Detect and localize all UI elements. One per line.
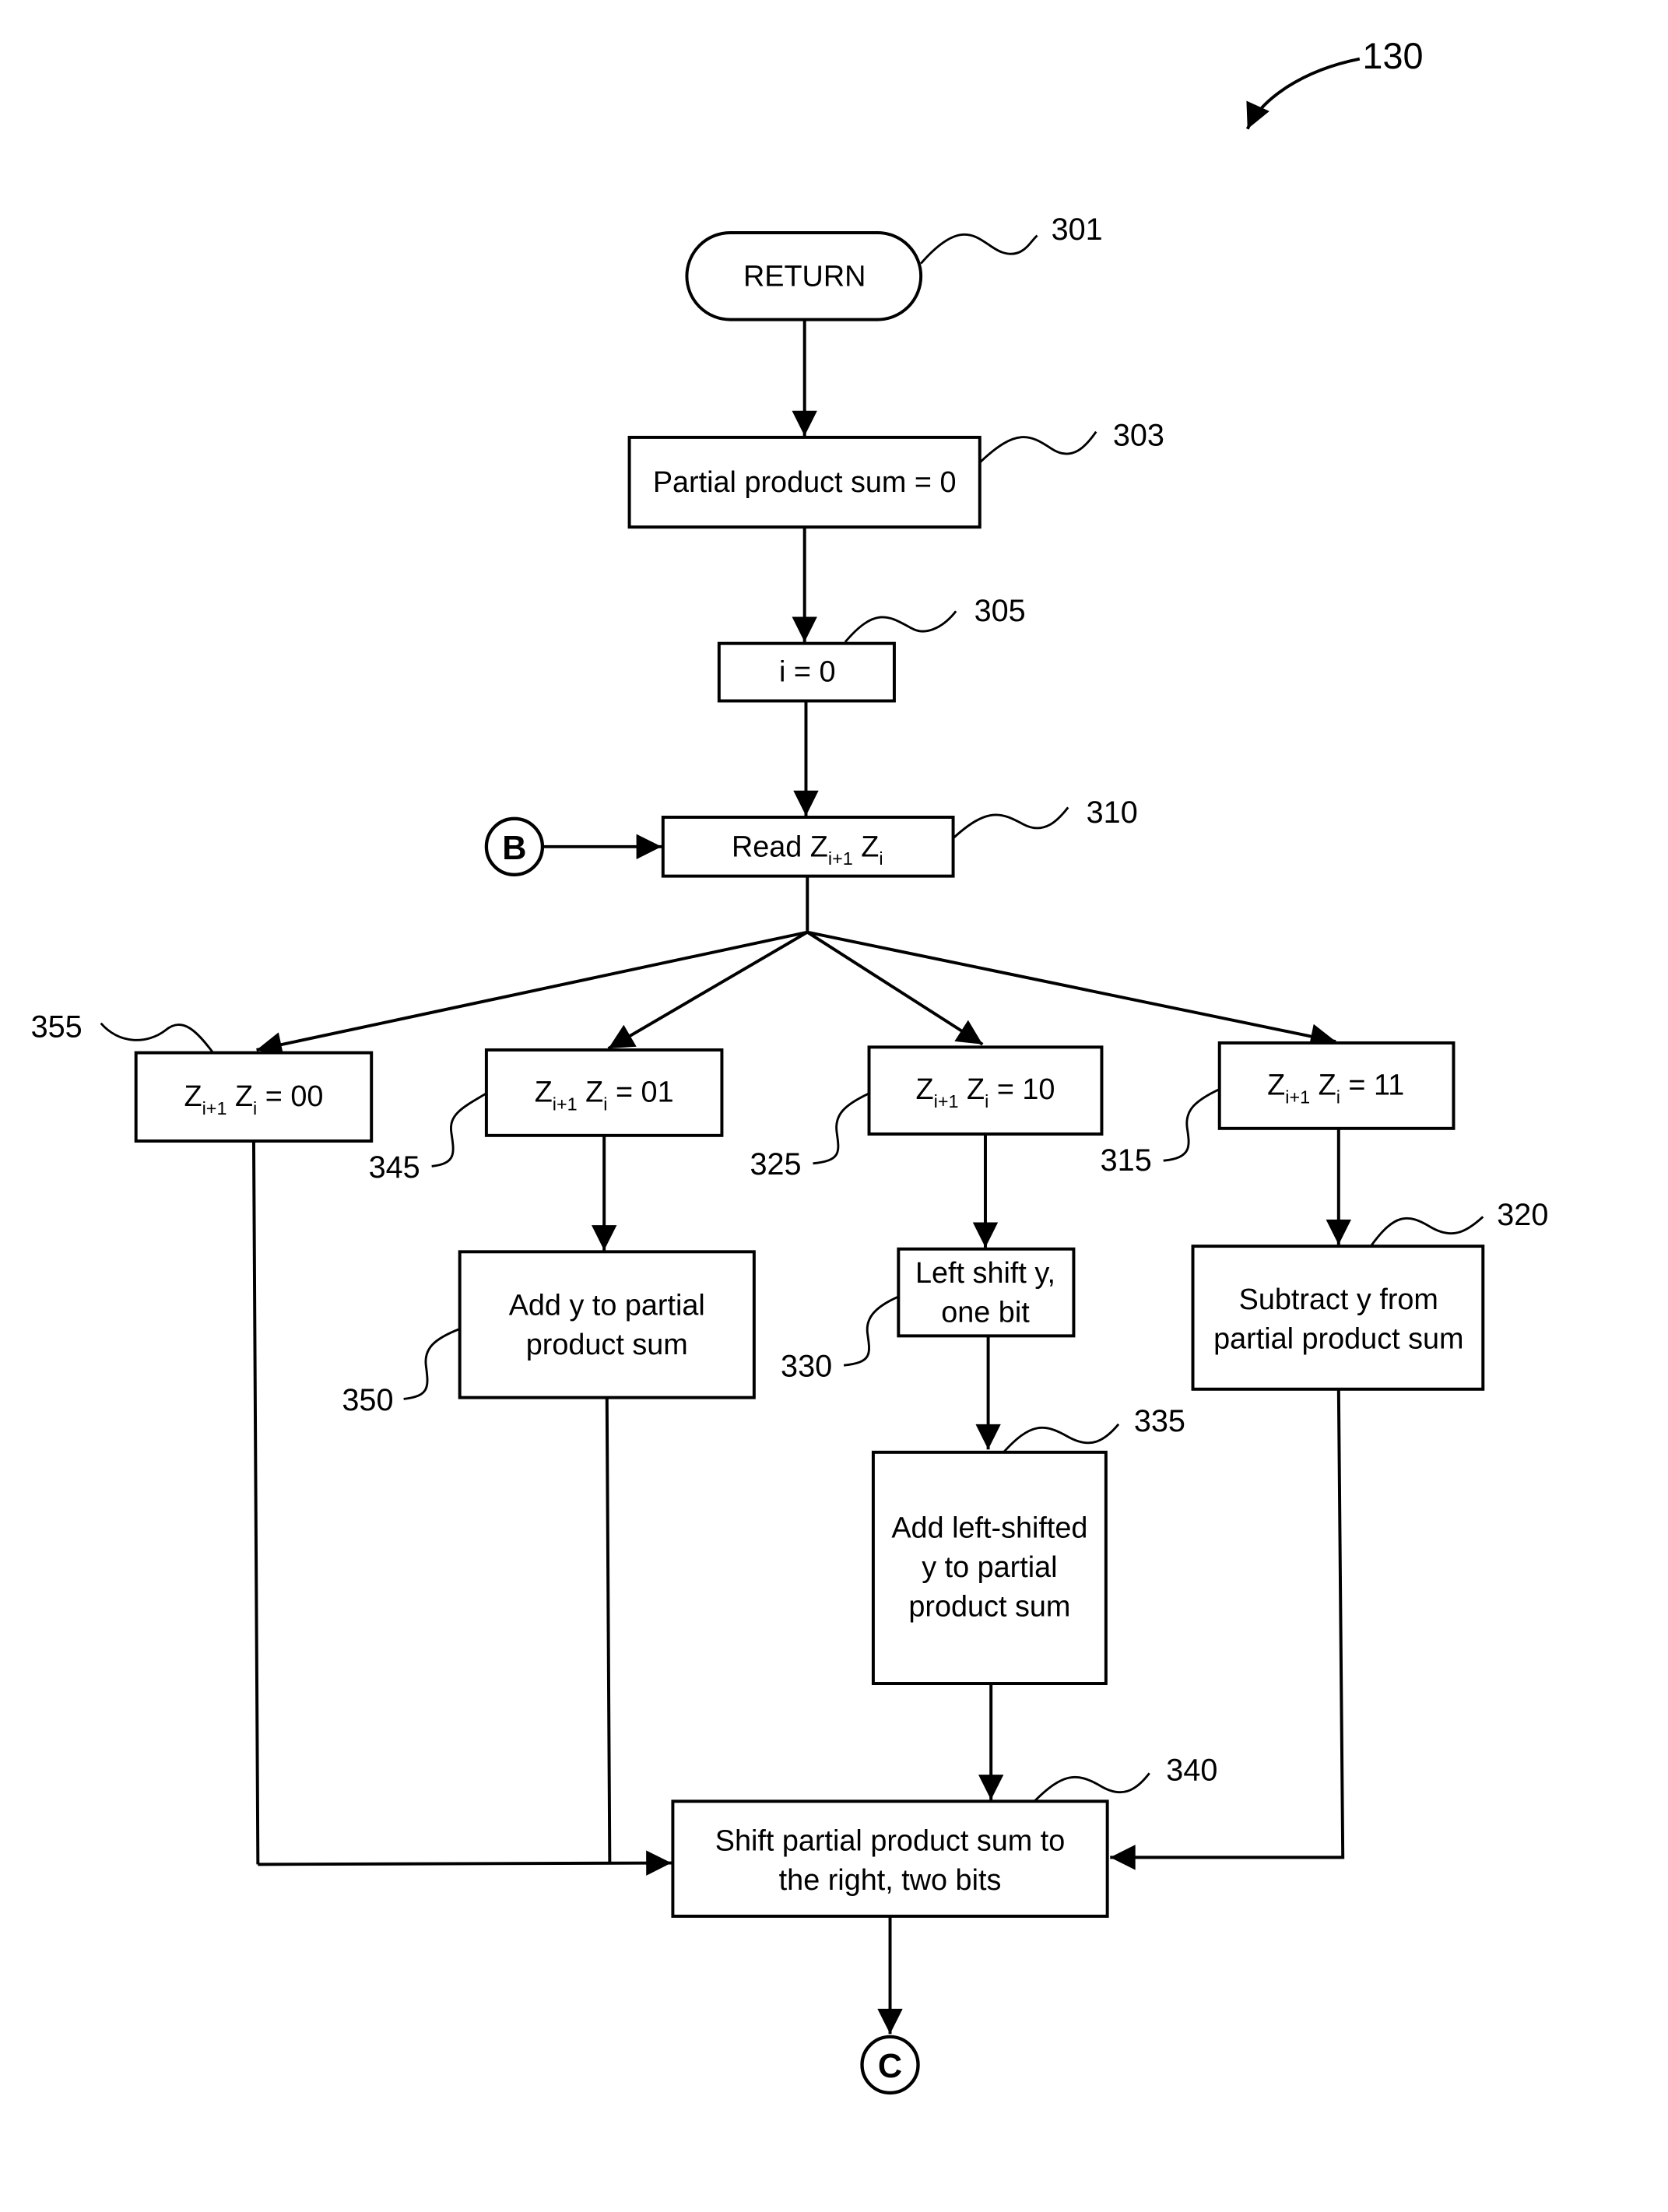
node-340-shift-right: Shift partial product sum to the right, … — [671, 1753, 1217, 1918]
connector-label: B — [502, 830, 526, 867]
process-box — [458, 1250, 756, 1399]
leader-line — [952, 806, 1069, 840]
node-355-z00: Zi+1 Zi = 00 355 — [31, 1010, 374, 1143]
process-box — [671, 1799, 1109, 1918]
reference-number: 355 — [31, 1010, 83, 1045]
node-label-line1: Add y to partial — [509, 1289, 705, 1322]
leader-line — [978, 430, 1097, 464]
node-label-line2: partial product sum — [1213, 1323, 1463, 1356]
line-350-down — [605, 1397, 612, 1865]
connector-label: C — [878, 2048, 902, 2085]
node-label-line1: Left shift y, — [915, 1257, 1055, 1290]
leader-line — [403, 1328, 461, 1400]
leader-line — [920, 233, 1038, 265]
connector-b: B — [484, 816, 545, 876]
leader-line — [844, 610, 957, 643]
leader-line — [813, 1092, 870, 1165]
reference-number: 330 — [781, 1350, 832, 1384]
node-label-line2: the right, two bits — [779, 1864, 1002, 1897]
decision-box — [484, 1048, 724, 1137]
node-320-subtract-y: Subtract y from partial product sum 320 — [1191, 1198, 1548, 1391]
node-label: i = 0 — [779, 655, 835, 688]
node-label: Partial product sum = 0 — [653, 466, 957, 499]
reference-number: 310 — [1087, 795, 1138, 830]
node-label-line3: product sum — [908, 1591, 1070, 1624]
reference-number: 325 — [750, 1147, 801, 1181]
node-303-init-sum: Partial product sum = 0 303 — [627, 419, 1164, 529]
reference-number: 303 — [1113, 419, 1164, 453]
node-label-line2: one bit — [941, 1296, 1030, 1329]
arrow-left-340 — [258, 1850, 672, 1876]
connector-c: C — [860, 2035, 920, 2095]
node-315-z11: Zi+1 Zi = 11 315 — [1101, 1041, 1456, 1178]
reference-number: 345 — [369, 1150, 420, 1185]
decision-box — [134, 1051, 374, 1143]
reference-number: 340 — [1166, 1753, 1217, 1787]
figure-reference: 130 — [1245, 36, 1424, 130]
leader-line — [100, 1022, 214, 1054]
node-335-add-shifted-y: Add left-shifted y to partial product su… — [871, 1404, 1185, 1685]
node-label-line1: Shift partial product sum to — [715, 1824, 1066, 1857]
leader-line — [843, 1295, 899, 1367]
node-label-line2: y to partial — [922, 1551, 1057, 1584]
node-330-left-shift: Left shift y, one bit 330 — [781, 1247, 1076, 1384]
node-305-init-i: i = 0 305 — [717, 594, 1026, 703]
reference-number: 335 — [1134, 1404, 1185, 1438]
node-label-line1: Subtract y from — [1239, 1283, 1438, 1316]
leader-line — [1163, 1088, 1220, 1162]
arrow-320-340 — [1110, 1389, 1345, 1870]
leader-line — [1034, 1772, 1150, 1803]
node-310-read-z: Read Zi+1 Zi 310 — [661, 795, 1138, 878]
line-355-down — [251, 1141, 260, 1865]
node-label-line1: Add left-shifted — [891, 1512, 1087, 1545]
reference-number: 320 — [1497, 1198, 1548, 1232]
reference-number: 305 — [974, 594, 1026, 628]
arrow-branch-315 — [806, 930, 1336, 1049]
reference-number: 315 — [1101, 1143, 1152, 1178]
node-label: RETURN — [743, 260, 866, 293]
node-350-add-y: Add y to partial product sum 350 — [342, 1250, 756, 1417]
flowchart: 130 RETURN 301 Partial product sum = 0 3… — [31, 36, 1548, 2095]
node-301-return: RETURN 301 — [685, 212, 1103, 321]
node-label-line2: product sum — [526, 1329, 688, 1361]
leader-line — [1370, 1216, 1484, 1247]
node-label: Read Zi+1 Zi — [732, 830, 883, 869]
figure-reference-arrow — [1245, 57, 1361, 130]
arrow-branch-345 — [607, 930, 809, 1050]
leader-line — [1003, 1423, 1120, 1453]
arrow-branch-355 — [256, 930, 808, 1058]
node-345-z01: Zi+1 Zi = 01 345 — [369, 1048, 724, 1185]
figure-reference-label: 130 — [1362, 36, 1423, 76]
reference-number: 350 — [342, 1383, 393, 1417]
reference-number: 301 — [1052, 212, 1103, 247]
decision-box — [1217, 1041, 1456, 1130]
process-box — [1191, 1245, 1485, 1391]
node-325-z10: Zi+1 Zi = 10 325 — [750, 1045, 1104, 1181]
leader-line — [431, 1092, 487, 1167]
